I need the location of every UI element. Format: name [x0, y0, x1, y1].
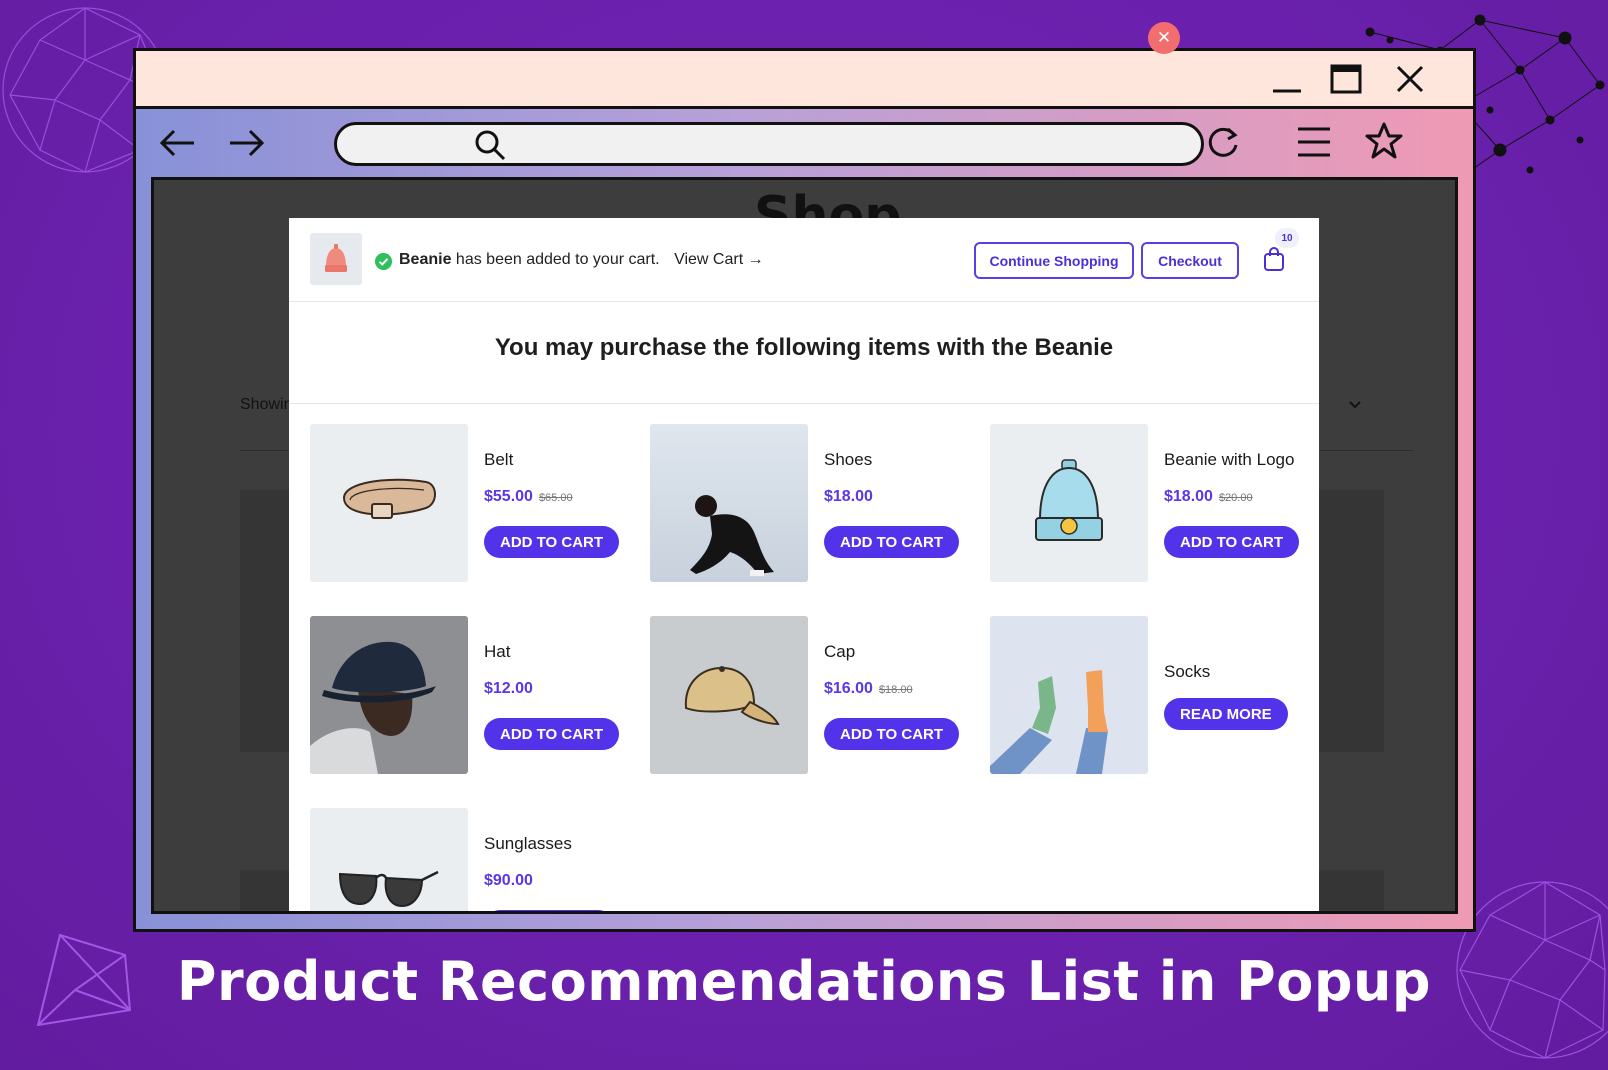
current-price: $90.00: [484, 872, 533, 889]
recommendations-heading: You may purchase the following items wit…: [494, 334, 1114, 361]
product-name[interactable]: Hat: [484, 642, 510, 662]
product-image-sunglasses[interactable]: [310, 808, 468, 911]
add-to-cart-button[interactable]: ADD TO CART: [484, 526, 620, 558]
forward-arrow-icon[interactable]: [226, 125, 266, 161]
current-price: $18.00: [824, 488, 873, 505]
product-card-hat: Hat $12.00 ADD TO CART: [310, 616, 650, 776]
back-arrow-icon[interactable]: [158, 125, 198, 161]
frame-bottom: [136, 914, 1473, 929]
promo-caption: Product Recommendations List in Popup: [176, 950, 1432, 1013]
product-name[interactable]: Socks: [1164, 662, 1210, 682]
add-to-cart-button[interactable]: ADD TO CART: [824, 526, 960, 558]
man-in-hat-photo-image: [310, 616, 468, 774]
title-bar: [136, 51, 1473, 109]
product-card-cap: Cap $16.00 $18.00 ADD TO CART: [650, 616, 990, 776]
product-card-sunglasses: Sunglasses $90.00: [310, 808, 650, 911]
beanie-image: [990, 424, 1148, 582]
product-image-shoes[interactable]: [650, 424, 808, 582]
product-price: $18.00 $20.00: [1164, 488, 1253, 506]
current-price: $18.00: [1164, 488, 1213, 505]
shopping-bag-icon[interactable]: [1263, 246, 1285, 272]
current-price: $55.00: [484, 488, 533, 505]
frame-right: [1458, 177, 1473, 929]
product-price: $90.00: [484, 872, 533, 890]
popup-close-button[interactable]: ✕: [1148, 22, 1180, 54]
woman-photo-image: [650, 424, 808, 582]
product-name[interactable]: Shoes: [824, 450, 872, 470]
added-product-thumbnail: [310, 233, 362, 285]
old-price: $20.00: [1218, 492, 1253, 504]
success-check-icon: [375, 253, 392, 270]
menu-icon[interactable]: [1296, 125, 1332, 159]
recommendations-popup: Beanie has been added to your cart. View…: [289, 218, 1319, 911]
address-bar[interactable]: [334, 122, 1204, 166]
product-price: $18.00: [824, 488, 873, 506]
product-price: $55.00 $65.00: [484, 488, 573, 506]
shop-product-card: [1314, 490, 1384, 752]
add-to-cart-button[interactable]: ADD TO CART: [1164, 526, 1300, 558]
product-price: $12.00: [484, 680, 533, 698]
add-to-cart-button[interactable]: [484, 910, 614, 911]
current-price: $16.00: [824, 680, 873, 697]
search-icon: [475, 130, 506, 161]
belt-image: [310, 424, 468, 582]
product-name[interactable]: Belt: [484, 450, 513, 470]
socks-photo-image: [990, 616, 1148, 774]
product-card-beanie-with-logo: Beanie with Logo $18.00 $20.00 ADD TO CAR…: [990, 424, 1319, 584]
add-to-cart-button[interactable]: ADD TO CART: [484, 718, 620, 750]
old-price: $65.00: [538, 492, 573, 504]
cap-image: [650, 616, 808, 774]
read-more-button[interactable]: READ MORE: [1164, 698, 1288, 730]
continue-shopping-button[interactable]: Continue Shopping: [974, 242, 1134, 279]
cart-count-badge: 10: [1275, 228, 1299, 248]
notice-message: Beanie has been added to your cart. View…: [399, 251, 764, 269]
product-name[interactable]: Cap: [824, 642, 855, 662]
product-card-socks: Socks READ MORE: [990, 616, 1319, 776]
notice-text: has been added to your cart.: [455, 251, 660, 268]
added-to-cart-notice: Beanie has been added to your cart. View…: [289, 218, 1319, 302]
product-card-belt: Belt $55.00 $65.00 ADD TO CART: [310, 424, 650, 584]
shop-product-card: [1314, 870, 1384, 910]
page-viewport: Shop Showing Beanie has been added to yo…: [151, 177, 1458, 914]
browser-window: Shop Showing Beanie has been added to yo…: [133, 48, 1476, 932]
product-name[interactable]: Beanie with Logo: [1164, 450, 1294, 470]
browser-toolbar: [136, 109, 1473, 177]
minimize-icon[interactable]: [1269, 61, 1305, 97]
sunglasses-image: [310, 808, 468, 911]
sort-chevron-down-icon[interactable]: [1348, 400, 1362, 410]
product-name[interactable]: Sunglasses: [484, 834, 572, 854]
product-image-beanie-with-logo[interactable]: [990, 424, 1148, 582]
heading-divider: [289, 403, 1319, 404]
maximize-icon[interactable]: [1328, 61, 1364, 97]
notice-product-name: Beanie: [399, 251, 452, 268]
reload-icon[interactable]: [1204, 123, 1242, 161]
product-card-shoes: Shoes $18.00 ADD TO CART: [650, 424, 990, 584]
star-icon[interactable]: [1364, 121, 1404, 161]
frame-left: [136, 177, 151, 929]
product-image-hat[interactable]: [310, 616, 468, 774]
add-to-cart-button[interactable]: ADD TO CART: [824, 718, 960, 750]
checkout-button[interactable]: Checkout: [1141, 242, 1239, 279]
beanie-thumbnail-image: [325, 244, 347, 272]
close-icon[interactable]: [1392, 61, 1428, 97]
product-image-cap[interactable]: [650, 616, 808, 774]
old-price: $18.00: [878, 684, 913, 696]
product-image-socks[interactable]: [990, 616, 1148, 774]
product-price: $16.00 $18.00: [824, 680, 913, 698]
product-image-belt[interactable]: [310, 424, 468, 582]
view-cart-link[interactable]: View Cart →: [674, 251, 764, 268]
current-price: $12.00: [484, 680, 533, 697]
